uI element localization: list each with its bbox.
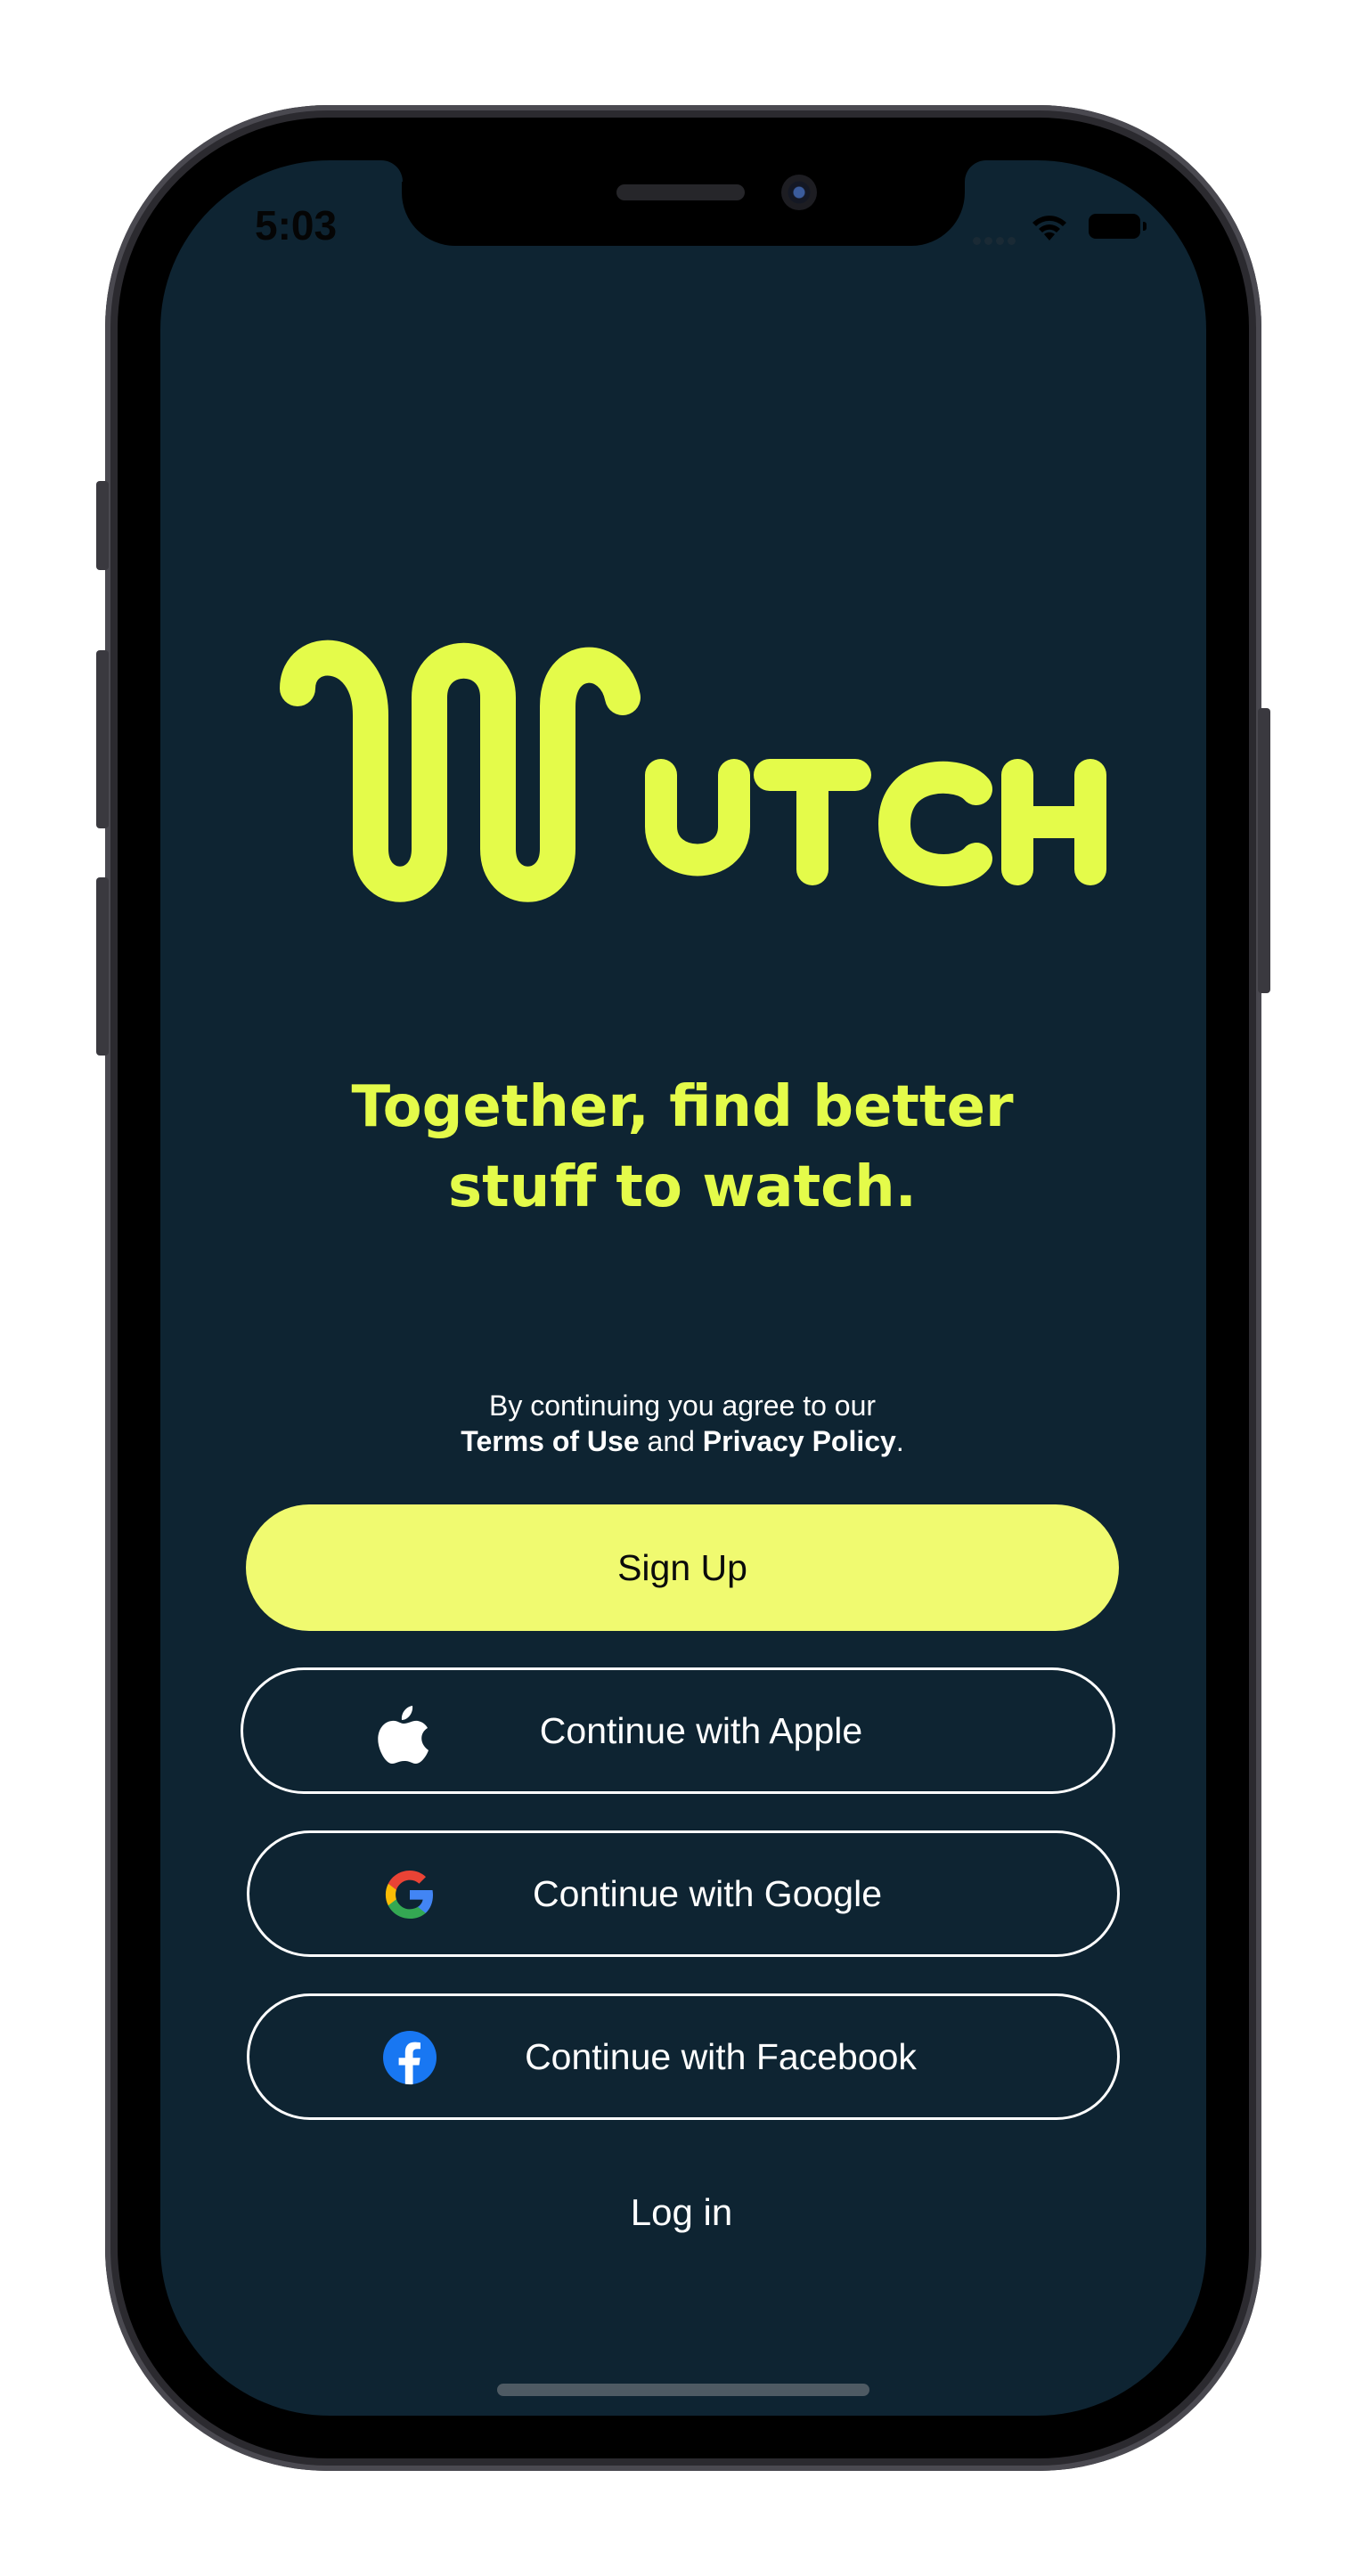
legal-and-text: and bbox=[647, 1425, 695, 1457]
status-time: 5:03 bbox=[255, 202, 338, 249]
signal-icon bbox=[973, 233, 1019, 249]
google-button-label: Continue with Google bbox=[532, 1872, 883, 1914]
notch-corner-right bbox=[965, 160, 986, 182]
battery-icon bbox=[1089, 214, 1147, 239]
speaker-grille bbox=[616, 184, 745, 200]
sign-up-label: Sign Up bbox=[617, 1546, 747, 1588]
facebook-icon bbox=[381, 2029, 438, 2086]
tagline-line-1: Together, find better bbox=[351, 1074, 1014, 1140]
legal-notice: By continuing you agree to our Terms of … bbox=[227, 1388, 1138, 1459]
continue-with-facebook-button[interactable]: Continue with Facebook bbox=[247, 1993, 1120, 2120]
wutch-logo bbox=[271, 631, 1108, 911]
legal-line-2: Terms of Use and Privacy Policy. bbox=[227, 1423, 1138, 1459]
legal-line-1: By continuing you agree to our bbox=[488, 1390, 877, 1422]
continue-with-google-button[interactable]: Continue with Google bbox=[247, 1830, 1120, 1957]
terms-of-use-link[interactable]: Terms of Use bbox=[461, 1425, 639, 1457]
legal-period: . bbox=[895, 1425, 904, 1457]
camera-icon bbox=[781, 175, 817, 210]
continue-with-apple-button[interactable]: Continue with Apple bbox=[241, 1667, 1115, 1794]
silent-switch bbox=[96, 481, 109, 570]
power-button bbox=[1258, 708, 1270, 993]
apple-icon bbox=[377, 1702, 430, 1765]
log-in-link[interactable]: Log in bbox=[592, 2191, 771, 2234]
notch bbox=[402, 160, 965, 246]
volume-up-button bbox=[96, 650, 109, 828]
notch-corner-left bbox=[381, 160, 403, 182]
tagline-line-2: stuff to watch. bbox=[448, 1154, 917, 1220]
volume-down-button bbox=[96, 877, 109, 1056]
tagline: Together, find better stuff to watch. bbox=[227, 1067, 1138, 1227]
facebook-button-label: Continue with Facebook bbox=[525, 2035, 917, 2077]
google-icon bbox=[381, 1866, 438, 1923]
home-indicator[interactable] bbox=[497, 2384, 869, 2396]
apple-button-label: Continue with Apple bbox=[539, 1709, 863, 1751]
wifi-icon bbox=[1027, 210, 1072, 247]
privacy-policy-link[interactable]: Privacy Policy bbox=[703, 1425, 896, 1457]
sign-up-button[interactable]: Sign Up bbox=[246, 1504, 1119, 1631]
